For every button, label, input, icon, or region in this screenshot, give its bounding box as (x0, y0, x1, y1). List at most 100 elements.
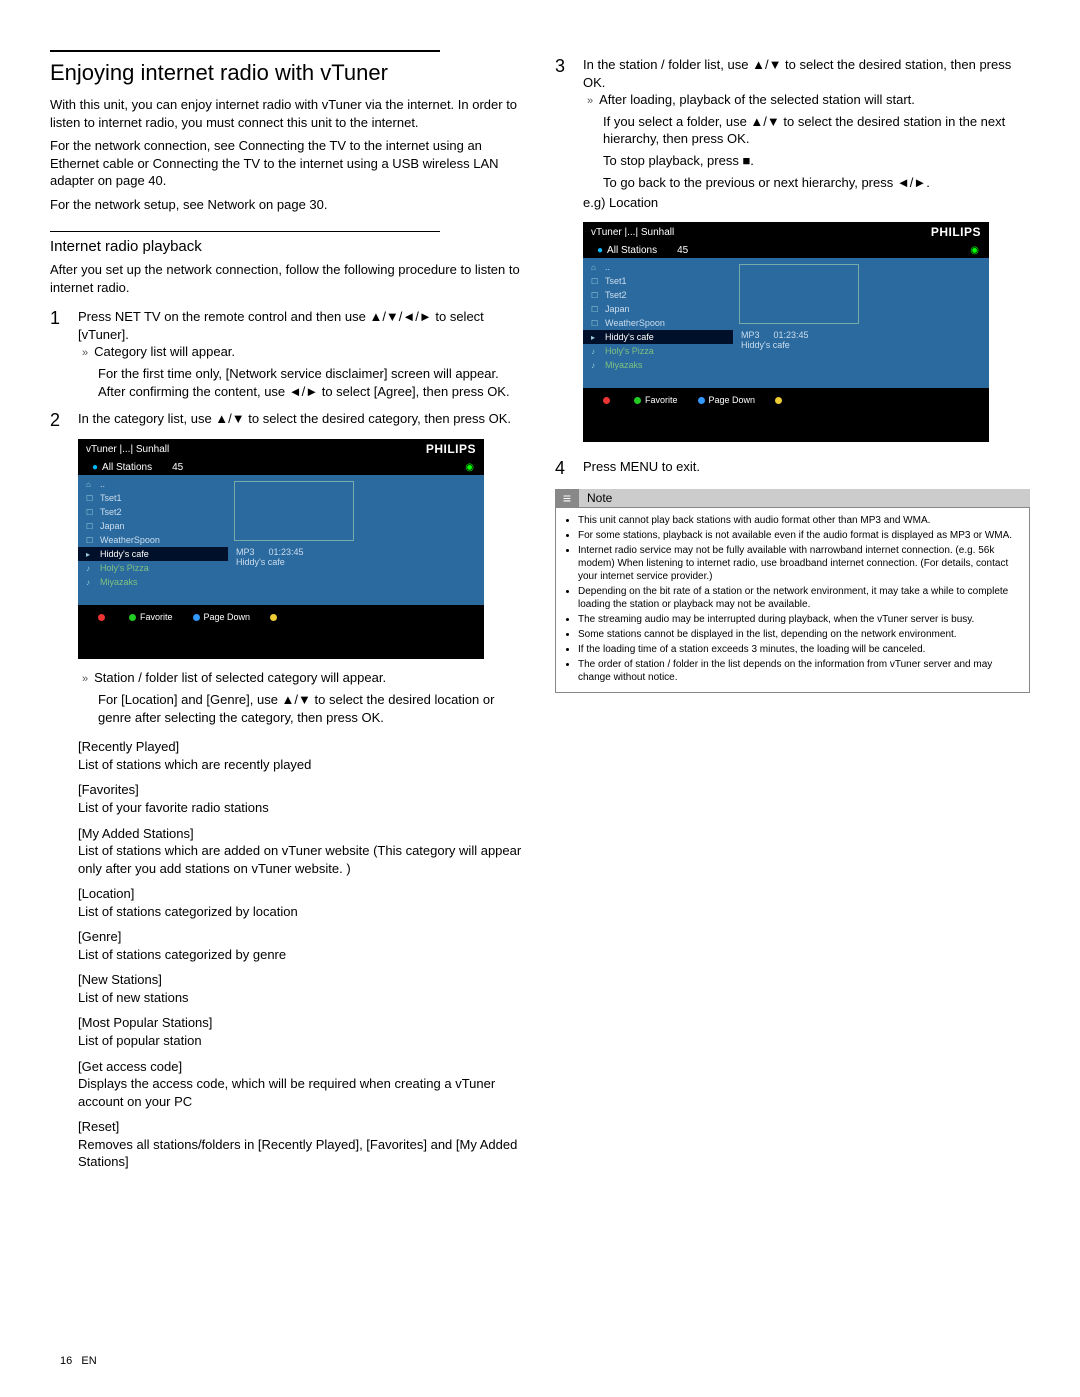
list-item-label: Tset1 (100, 493, 122, 503)
list-item-label: Tset1 (605, 276, 627, 286)
step-number-1: 1 (50, 308, 68, 329)
category-block: [Genre]List of stations categorized by g… (78, 928, 525, 963)
category-desc: List of popular station (78, 1032, 525, 1050)
favorite-label: Favorite (645, 395, 678, 405)
list-item-icon: ⌂ (86, 480, 91, 489)
tv-breadcrumb: vTuner |...| Sunhall (591, 227, 674, 238)
category-desc: Removes all stations/folders in [Recentl… (78, 1136, 525, 1171)
tv-list-item: ☐ Tset1 (78, 491, 228, 505)
category-desc: List of new stations (78, 989, 525, 1007)
intro-text-2: For the network connection, see Connecti… (50, 137, 525, 190)
tv-list-item: ⌂.. (583, 260, 733, 274)
yellow-dot-icon (775, 397, 782, 404)
note-body: This unit cannot play back stations with… (555, 507, 1030, 693)
tv-station-list: ⌂.. ☐ Tset1 ☐ Tset2 ☐ Japan ☐WeatherSpoon▸Hiddy… (583, 258, 733, 388)
step-1-note: For the first time only, [Network servic… (98, 365, 525, 400)
note-label: Note (579, 489, 1030, 507)
tv-screenshot-2: vTuner |...| Sunhall PHILIPS ● All Stati… (583, 222, 989, 442)
list-item-icon: ☐ (591, 291, 598, 300)
tv-station-list: ⌂..☐Tset1☐Tset2☐Japan☐WeatherSpoon▸Hiddy… (78, 475, 228, 605)
intro-text: With this unit, you can enjoy internet r… (50, 96, 525, 131)
category-block: [Reset]Removes all stations/folders in [… (78, 1118, 525, 1171)
step-2-result: Station / folder list of selected catego… (98, 669, 525, 687)
category-block: [Recently Played]List of stations which … (78, 738, 525, 773)
list-item-label: Japan (100, 521, 125, 531)
tv-format: MP3 (236, 547, 255, 557)
list-item-icon: ☐ (591, 305, 598, 314)
green-dot-icon (129, 614, 136, 621)
note-item: Some stations cannot be displayed in the… (578, 628, 1021, 641)
list-item-label: Japan (605, 304, 630, 314)
tv-list-item: ♪Holy's Pizza (78, 561, 228, 575)
tv-list-item: ☐WeatherSpoon (583, 316, 733, 330)
category-desc: Displays the access code, which will be … (78, 1075, 525, 1110)
category-title: [Recently Played] (78, 738, 525, 756)
tv-list-item: ☐ Tset1 (583, 274, 733, 288)
step-3-result: After loading, playback of the selected … (603, 91, 1030, 109)
list-item-icon: ☐ (86, 494, 93, 503)
step-1-text: Press NET TV on the remote control and t… (78, 308, 525, 343)
tv-thumbnail (739, 264, 859, 324)
list-item-label: Miyazaks (100, 577, 138, 587)
tv-list-item: ☐ Tset2 (583, 288, 733, 302)
page-number: 16 (60, 1355, 72, 1367)
intro-text-3: For the network setup, see Network on pa… (50, 196, 525, 214)
note-item: This unit cannot play back stations with… (578, 514, 1021, 527)
category-desc: List of stations categorized by genre (78, 946, 525, 964)
tv-list-item: ☐WeatherSpoon (78, 533, 228, 547)
note-item: Internet radio service may not be fully … (578, 544, 1021, 583)
category-block: [New Stations]List of new stations (78, 971, 525, 1006)
tv-nowplaying: Hiddy's cafe (739, 340, 983, 350)
list-item-label: Tset2 (605, 290, 627, 300)
sub-intro: After you set up the network connection,… (50, 261, 525, 296)
example-label: e.g) Location (583, 195, 1030, 210)
station-count: 45 (172, 462, 183, 473)
list-item-label: Miyazaks (605, 360, 643, 370)
green-dot-icon (634, 397, 641, 404)
category-desc: List of stations which are added on vTun… (78, 842, 525, 877)
list-item-icon: ⌂ (591, 263, 596, 272)
category-title: [Most Popular Stations] (78, 1014, 525, 1032)
yellow-dot-icon (270, 614, 277, 621)
red-dot-icon (98, 614, 105, 621)
all-stations-icon: ● (597, 245, 603, 256)
tv-list-item: ♪Miyazaks (583, 358, 733, 372)
list-item-label: WeatherSpoon (100, 535, 160, 545)
category-block: [My Added Stations]List of stations whic… (78, 825, 525, 878)
list-item-icon: ♪ (86, 578, 90, 587)
all-stations-label: All Stations (102, 462, 152, 473)
favorite-label: Favorite (140, 612, 173, 622)
list-item-icon: ♪ (591, 347, 595, 356)
tv-list-item: ▸Hiddy's cafe (583, 330, 733, 344)
page-title: Enjoying internet radio with vTuner (50, 60, 525, 86)
tv-time: 01:23:45 (269, 547, 304, 557)
list-item-icon: ☐ (86, 522, 93, 531)
all-stations-label: All Stations (607, 245, 657, 256)
note-icon: ≡ (555, 489, 579, 507)
list-item-label: WeatherSpoon (605, 318, 665, 328)
tv-screenshot-1: vTuner |...| Sunhall PHILIPS ● All Stati… (78, 439, 484, 659)
category-title: [Location] (78, 885, 525, 903)
pagedown-label: Page Down (709, 395, 756, 405)
tv-list-item: ☐Tset2 (78, 505, 228, 519)
globe-icon: ◉ (970, 245, 979, 256)
tv-list-item: ♪ Miyazaks (78, 575, 228, 589)
list-item-label: .. (605, 262, 610, 272)
step-3-c: To stop playback, press ■. (603, 152, 1030, 170)
list-item-icon: ☐ (591, 277, 598, 286)
step-2-note: For [Location] and [Genre], use ▲/▼ to s… (98, 691, 525, 726)
step-2-text: In the category list, use ▲/▼ to select … (78, 410, 525, 428)
list-item-icon: ▸ (86, 550, 90, 559)
note-item: Depending on the bit rate of a station o… (578, 585, 1021, 611)
step-3-b: If you select a folder, use ▲/▼ to selec… (603, 113, 1030, 148)
page-lang: EN (81, 1355, 96, 1367)
note-header: ≡ Note (555, 489, 1030, 507)
list-item-label: Holy's Pizza (100, 563, 149, 573)
step-number-3: 3 (555, 56, 573, 77)
step-3-text: In the station / folder list, use ▲/▼ to… (583, 56, 1030, 91)
list-item-label: Hiddy's cafe (605, 332, 654, 342)
tv-list-item: ☐ Japan (583, 302, 733, 316)
step-number-2: 2 (50, 410, 68, 431)
step-4-text: Press MENU to exit. (583, 458, 1030, 476)
step-3-d: To go back to the previous or next hiera… (603, 174, 1030, 192)
